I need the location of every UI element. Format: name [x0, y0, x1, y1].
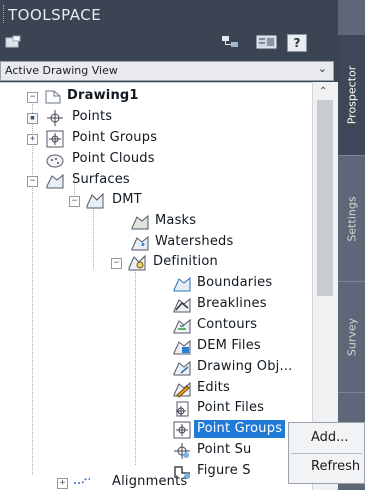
window-title: TOOLSPACE	[8, 6, 102, 24]
point-group-icon	[46, 130, 64, 148]
tree-item-drawing-objects[interactable]: Drawing Obj...	[0, 358, 312, 378]
tab-settings[interactable]: Settings	[338, 156, 365, 281]
scroll-up-icon[interactable]: ⌃	[319, 86, 327, 97]
menu-separator	[291, 453, 362, 454]
tree-item-watersheds[interactable]: Watersheds	[0, 233, 312, 253]
tree-item-drawing1[interactable]: − Drawing1	[0, 87, 312, 107]
tree-view-icon[interactable]	[221, 35, 243, 49]
chevron-down-icon[interactable]: ⌄	[318, 62, 327, 75]
tab-label: Settings	[345, 195, 358, 242]
surface-icon	[86, 192, 104, 209]
toolspace-side-tabs: Prospector Settings Survey	[338, 0, 365, 490]
help-icon[interactable]: ?	[287, 34, 307, 52]
tree-label: DMT	[112, 192, 142, 207]
tree-item-point-files[interactable]: Point Files	[0, 399, 312, 419]
collapse-toggle[interactable]: −	[27, 176, 38, 187]
dem-file-icon	[173, 339, 191, 355]
point-file-icon	[176, 401, 189, 417]
view-selector-dropdown[interactable]: Active Drawing View ⌄	[0, 61, 334, 81]
tree-item-masks[interactable]: Masks	[0, 212, 312, 232]
definition-icon	[128, 254, 146, 271]
tree-label: Boundaries	[197, 275, 273, 290]
tab-label: Prospector	[345, 65, 358, 125]
scroll-thumb[interactable]	[317, 100, 333, 296]
toolspace-header: TOOLSPACE ?	[0, 0, 338, 61]
drag-grip[interactable]	[3, 5, 6, 23]
contour-icon	[173, 318, 191, 334]
tree-label: Contours	[197, 317, 258, 332]
tree-item-alignments[interactable]: + Alignments	[0, 473, 312, 490]
tree-item-point-survey[interactable]: Point Su	[0, 441, 312, 461]
tree-label: Definition	[153, 254, 218, 269]
tree-label: Point Files	[197, 400, 265, 415]
toolspace-view-icon[interactable]	[5, 35, 21, 49]
menu-item-refresh[interactable]: Refresh	[311, 459, 360, 474]
point-group-icon	[173, 421, 191, 439]
expand-toggle[interactable]: +	[27, 134, 38, 145]
point-icon	[47, 110, 63, 126]
tab-divider	[338, 392, 365, 393]
tree-item-point-clouds[interactable]: Point Clouds	[0, 150, 312, 170]
alignment-icon	[74, 478, 90, 484]
tree-item-contours[interactable]: Contours	[0, 316, 312, 336]
expand-toggle[interactable]: ▪	[27, 113, 38, 124]
tree-label: Alignments	[112, 474, 188, 489]
tree-item-surfaces[interactable]: − Surfaces	[0, 171, 312, 191]
watershed-icon	[131, 235, 149, 251]
tree-label: Point Groups	[72, 130, 158, 145]
tree-item-boundaries[interactable]: Boundaries	[0, 274, 312, 294]
toolspace-window: TOOLSPACE ? Active Drawing View ⌄ − Draw…	[0, 0, 365, 490]
drawing-icon	[45, 90, 61, 104]
collapse-toggle[interactable]: −	[111, 258, 122, 269]
collapse-toggle[interactable]: −	[27, 92, 38, 103]
tree-item-definition[interactable]: − Definition	[0, 253, 312, 273]
tab-prospector[interactable]: Prospector	[338, 35, 365, 155]
tree-item-definition-point-groups[interactable]: Point Groups	[0, 420, 312, 440]
tree-label: Drawing Obj...	[197, 359, 293, 374]
menu-item-add[interactable]: Add...	[311, 430, 349, 445]
tab-label: Survey	[345, 317, 358, 357]
point-cloud-icon	[46, 154, 64, 168]
context-menu: Add... Refresh	[288, 422, 365, 484]
tree-label: Masks	[155, 213, 197, 228]
tree-label: Breaklines	[197, 296, 267, 311]
tab-survey[interactable]: Survey	[338, 282, 365, 392]
tree-item-point-groups[interactable]: + Point Groups	[0, 129, 312, 149]
tree-label: Point Su	[197, 442, 252, 457]
expand-toggle[interactable]: +	[57, 478, 68, 489]
point-survey-icon	[174, 443, 190, 459]
tree-item-points[interactable]: ▪ Points	[0, 108, 312, 128]
boundary-icon	[173, 276, 191, 292]
tree-label: Watersheds	[155, 234, 234, 249]
tree-label-selected: Point Groups	[194, 420, 286, 438]
tree-label: Edits	[197, 380, 230, 395]
tree-item-dmt[interactable]: − DMT	[0, 191, 312, 211]
surface-icon	[46, 173, 64, 189]
item-view-icon[interactable]	[256, 35, 278, 49]
prospector-tree[interactable]: − Drawing1 ▪ Points + Point Groups Point…	[0, 82, 312, 490]
tree-label: Points	[72, 109, 113, 124]
tree-item-dem-files[interactable]: DEM Files	[0, 337, 312, 357]
breakline-icon	[173, 297, 191, 313]
tree-label: Surfaces	[72, 172, 130, 187]
tree-label: Drawing1	[67, 88, 139, 103]
view-selector-value: Active Drawing View	[5, 64, 118, 77]
tree-item-breaklines[interactable]: Breaklines	[0, 295, 312, 315]
collapse-toggle[interactable]: −	[69, 196, 80, 207]
edit-icon	[173, 381, 191, 398]
tree-label: Point Clouds	[72, 151, 155, 166]
tree-item-edits[interactable]: Edits	[0, 379, 312, 399]
tree-label: DEM Files	[197, 338, 261, 353]
drawing-object-icon	[173, 360, 191, 376]
mask-icon	[131, 214, 149, 230]
